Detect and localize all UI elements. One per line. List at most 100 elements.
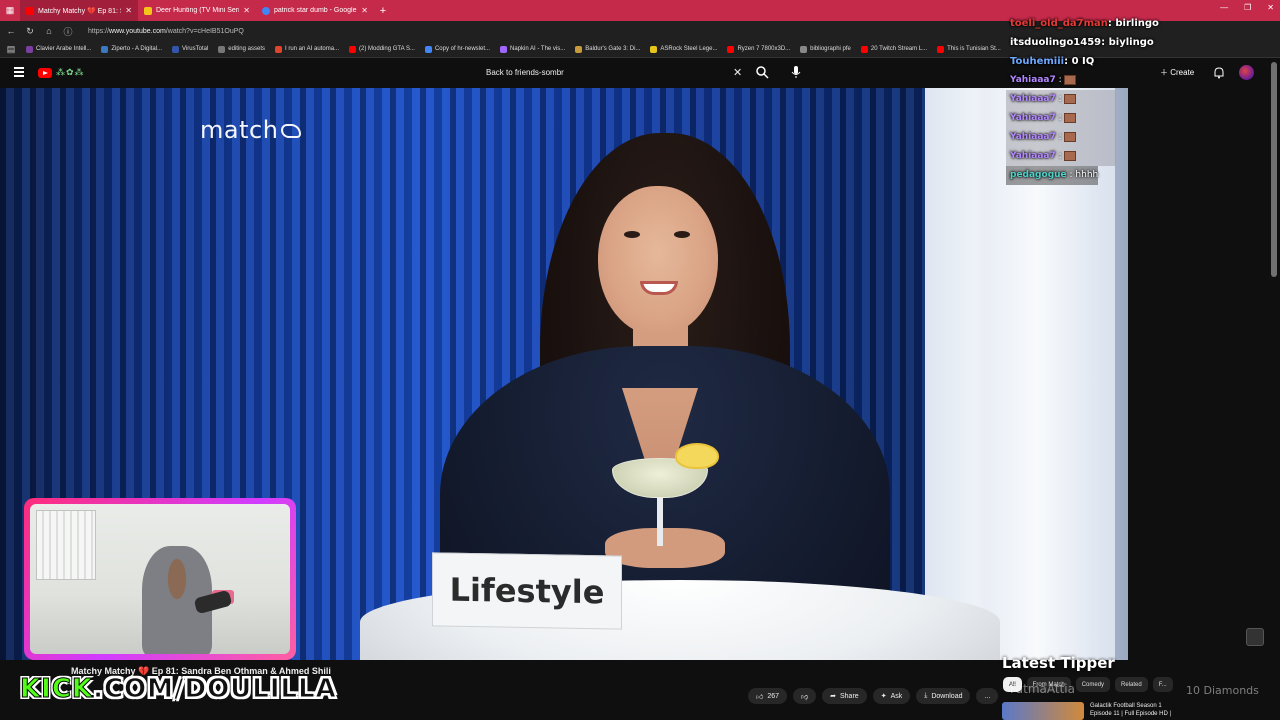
chat-message: Yahiaaa7 : [1006,128,1116,147]
chat-text: : birlingo [1107,18,1159,29]
bookmark[interactable]: Clavier Arabe Intell... [26,45,92,53]
bookmark[interactable]: 20 Twitch Stream L... [860,45,928,53]
recommended-thumbnail[interactable] [1002,702,1084,720]
latest-tipper-label: Latest Tipper [1002,654,1115,672]
new-tab-button[interactable]: + [374,5,392,17]
download-label: Download [931,692,963,700]
match-logo: match [200,116,302,144]
chat-text: : [1055,113,1062,123]
bookmark-favicon-icon [860,45,868,53]
chat-username: Yahiaaa7 [1010,132,1056,142]
bookmark-label: Copy of hr-newslet... [434,46,490,52]
tab-close-icon[interactable]: ✕ [243,6,250,15]
share-label: Share [840,692,859,700]
emote-icon [1063,93,1076,104]
chat-username: Yahiaaa7 [1010,151,1056,161]
bookmark-label: This is Tunisian St... [947,46,1001,52]
bookmark-favicon-icon [349,45,357,53]
ask-label: Ask [890,692,903,700]
home-icon[interactable]: ⌂ [44,26,54,36]
restore-icon[interactable]: ❐ [1244,3,1251,12]
ask-button[interactable]: ✦ Ask [872,688,911,704]
download-icon: ⤓ [924,692,928,699]
bookmark[interactable]: Ziperto - A Digital... [101,45,162,53]
hamburger-menu-icon[interactable] [14,67,24,77]
more-icon: ... [984,692,991,700]
chat-text: : [1055,151,1062,161]
bookmark-label: 20 Twitch Stream L... [870,46,928,52]
chat-message: Yahiaaa7 : [1006,71,1276,90]
bookmark[interactable]: I run an AI automa... [275,45,339,53]
bookmark-favicon-icon [172,45,180,53]
reload-icon[interactable]: ↻ [25,26,35,37]
bookmark[interactable]: bibliographi pfe [800,45,851,53]
chat-username: itsduolingo1459 [1010,37,1102,48]
bookmark-label: Clavier Arabe Intell... [36,46,92,52]
bookmark[interactable]: Napkin AI - The vis... [500,45,565,53]
like-button[interactable]: 👍︎ 267 [748,688,788,704]
bookmark[interactable]: VirusTotal [172,45,208,53]
recommended-video[interactable]: Galactik Football Season 1 Episode 11 | F… [1002,702,1171,720]
chip-related[interactable]: Related [1115,677,1148,692]
bookmark-favicon-icon [650,45,658,53]
kick-url: .COM/DOULILLA [93,674,337,705]
minimize-icon[interactable]: — [1220,3,1228,12]
chat-username: Yahiaaa7 [1010,75,1056,85]
chip-comedy[interactable]: Comedy [1075,677,1111,692]
browser-menu-icon[interactable]: ▦ [0,0,20,21]
bookmark-favicon-icon [500,45,507,53]
browser-tab-1[interactable]: Matchy Matchy 💔 Ep 81: Sandra ✕ [20,0,138,21]
youtube-favicon-icon [26,6,34,15]
download-button[interactable]: ⤓ Download [916,688,971,704]
folder-icon [800,45,808,53]
mini-emote-icon [1246,628,1264,646]
chat-message: Yahiaaa7 : [1006,90,1116,109]
site-info-icon[interactable]: ⓘ [63,25,73,38]
bookmark[interactable]: ASRock Steel Lege... [650,45,717,53]
bookmark[interactable]: Ryzen 7 7800x3D... [727,45,790,53]
share-button[interactable]: ➦ Share [822,688,867,704]
like-count: 267 [767,692,780,700]
chat-message: Yahiaaa7 : [1006,109,1116,128]
browser-tab-2[interactable]: Deer Hunting (TV Mini Series 200 ✕ [138,0,256,21]
microphone-icon[interactable] [790,65,802,79]
left-eye [624,231,640,238]
bookmark-favicon-icon [937,45,945,53]
bookmark[interactable]: Copy of hr-newslet... [424,45,490,53]
name-placard: Lifestyle [432,552,622,630]
page-scrollbar[interactable] [1271,62,1277,277]
chat-text: : biylingo [1101,37,1154,48]
tab-label: Matchy Matchy 💔 Ep 81: Sandra [38,7,121,15]
bookmark[interactable]: (2) Modding GTA S... [349,45,415,53]
chat-message: toeli_old_da7man: birlingo [1006,14,1276,33]
close-window-icon[interactable]: ✕ [1267,3,1274,12]
search-input[interactable]: Back to friends-sombr [478,64,750,82]
emote-icon [1063,74,1076,85]
browser-tab-3[interactable]: patrick star dumb - Google Search ✕ [256,0,374,21]
url-path: /watch?v=cHeIB51OuPQ [165,27,244,35]
youtube-doodle-icon[interactable]: ⁂✿⁂ [56,67,85,78]
clear-search-icon[interactable]: ✕ [733,66,742,79]
youtube-logo-icon[interactable] [38,68,52,78]
sparkle-icon: ✦ [880,693,887,700]
more-actions-button[interactable]: ... [976,688,999,704]
lemon-slice [675,443,719,469]
folder-icon [218,45,226,53]
bookmark[interactable]: Baldur's Gate 3: Di... [575,45,640,53]
dislike-button[interactable]: 👎︎ [793,688,817,704]
emote-icon [1063,112,1076,123]
webcam-window-blinds [36,510,96,580]
tab-close-icon[interactable]: ✕ [361,6,368,15]
back-icon[interactable]: ← [6,26,16,36]
search-icon[interactable] [755,65,769,79]
tab-close-icon[interactable]: ✕ [125,6,132,15]
recommended-title[interactable]: Galactik Football Season 1 Episode 11 | F… [1090,702,1171,720]
chat-message: itsduolingo1459: biylingo [1006,33,1276,52]
apps-icon[interactable]: ▤ [6,44,16,55]
chip-more[interactable]: F... [1152,677,1173,692]
chat-text: : [1055,94,1062,104]
bookmark[interactable]: This is Tunisian St... [937,45,1001,53]
address-bar[interactable]: https://www.youtube.com/watch?v=cHeIB51O… [88,28,244,35]
bookmark[interactable]: editing assets [218,45,265,53]
url-prefix: https:// [88,27,110,35]
